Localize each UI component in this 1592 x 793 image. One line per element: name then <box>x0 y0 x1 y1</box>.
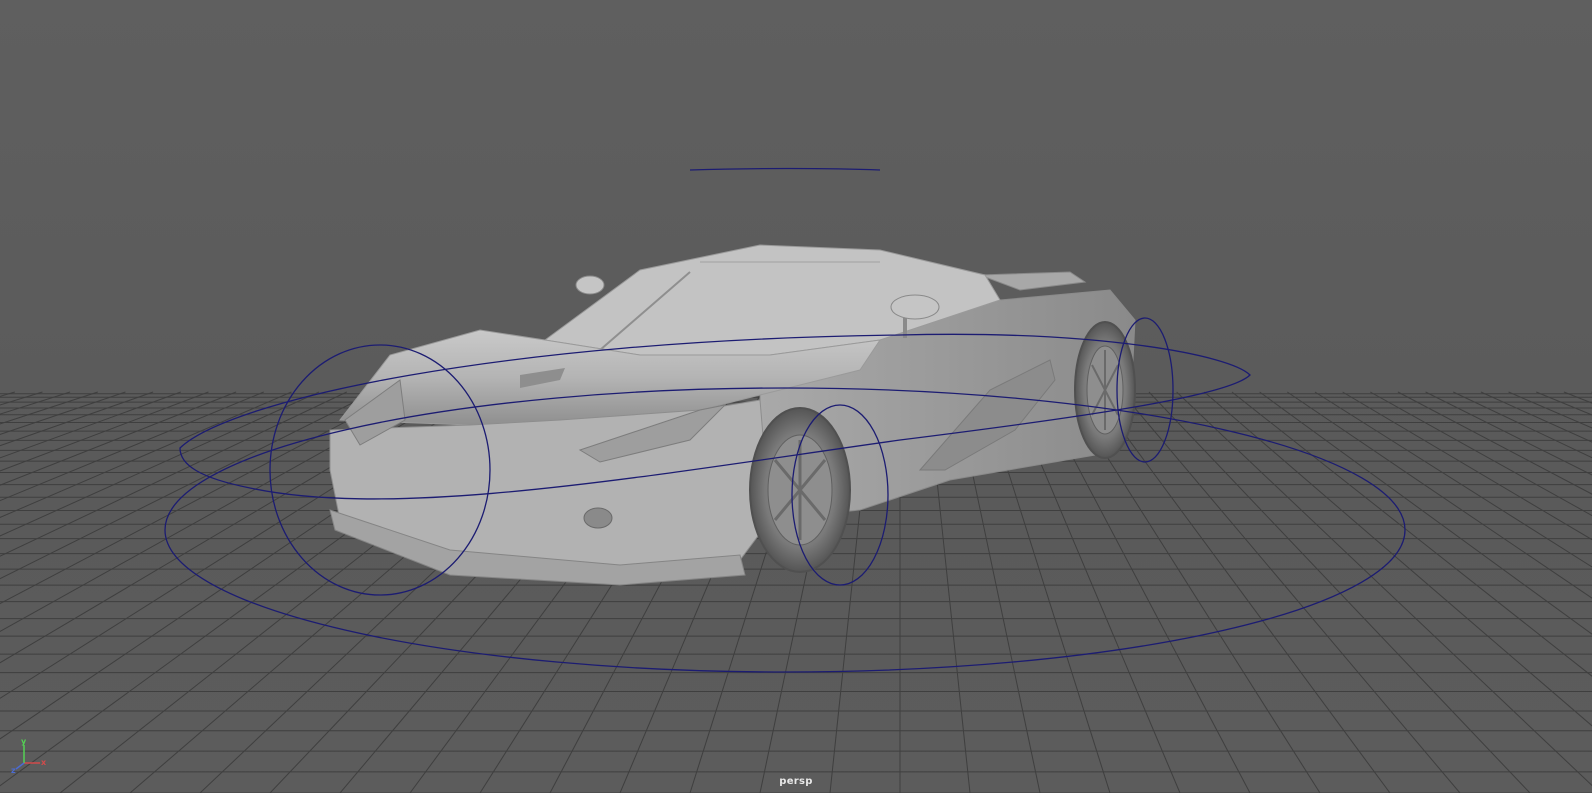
camera-name-label: persp <box>779 776 813 787</box>
scene-canvas[interactable] <box>0 0 1592 793</box>
z-axis-label: z <box>11 766 16 775</box>
top-control-curve[interactable] <box>689 167 881 171</box>
car-model[interactable] <box>329 244 1136 586</box>
y-axis-label: y <box>21 737 27 746</box>
perspective-viewport[interactable]: x y z persp <box>0 0 1592 793</box>
axis-gizmo: x y z <box>11 737 47 775</box>
x-axis-label: x <box>41 758 47 767</box>
